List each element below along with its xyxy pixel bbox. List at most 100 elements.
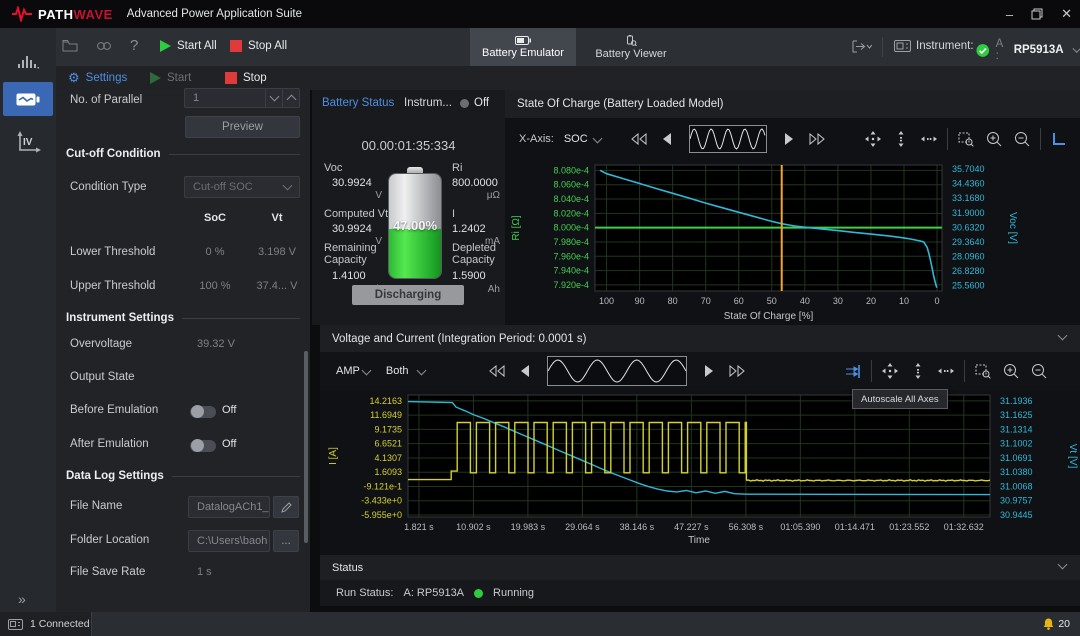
export-icon[interactable] — [852, 40, 872, 53]
zoom-box-icon[interactable] — [952, 126, 980, 152]
axes-icon[interactable] — [1045, 126, 1073, 152]
zoom-in-icon[interactable] — [980, 126, 1008, 152]
step-back-icon[interactable] — [653, 126, 681, 152]
file-save-rate-label: File Save Rate — [70, 566, 145, 578]
zoom-out-icon[interactable] — [1008, 126, 1036, 152]
instrument-icon — [8, 619, 23, 630]
app-brand: PATHWAVE — [38, 7, 113, 22]
svg-text:31.0068: 31.0068 — [1000, 481, 1033, 491]
status-section-header[interactable]: Status — [320, 555, 1080, 580]
upper-threshold-label: Upper Threshold — [70, 280, 155, 292]
vc-section-header[interactable]: Voltage and Current (Integration Period:… — [320, 325, 1080, 352]
close-button[interactable]: ✕ — [1061, 6, 1072, 22]
svg-text:100: 100 — [599, 296, 614, 306]
help-icon[interactable]: ? — [130, 37, 138, 54]
run-status-state: Running — [493, 587, 534, 599]
lower-threshold-vt: 3.198 V — [248, 246, 306, 258]
trace-select[interactable]: Both — [386, 365, 425, 377]
battery-icon — [16, 93, 40, 106]
x-axis-select[interactable]: SOC — [564, 133, 601, 145]
vc-section-title: Voltage and Current (Integration Period:… — [332, 333, 586, 345]
spinner-up-button[interactable] — [282, 89, 299, 107]
step-back-icon[interactable] — [511, 358, 539, 384]
tab-battery-viewer[interactable]: Battery Viewer — [578, 28, 684, 66]
autoscale-y-icon[interactable] — [904, 358, 932, 384]
start-button[interactable]: Start — [150, 72, 191, 84]
svg-text:30: 30 — [833, 296, 843, 306]
folder-location-input[interactable]: C:\Users\baoh — [188, 530, 270, 552]
toolbar-separator — [882, 37, 883, 57]
svg-text:Voc [V]: Voc [V] — [1007, 212, 1018, 244]
output-state-label: Output State — [70, 371, 135, 383]
svg-text:40: 40 — [800, 296, 810, 306]
condition-type-select[interactable]: Cut-off SOC — [184, 176, 300, 198]
folder-location-label: Folder Location — [70, 534, 149, 546]
after-emulation-toggle[interactable] — [190, 440, 216, 452]
chevron-down-icon — [1072, 44, 1080, 53]
svg-text:31.1625: 31.1625 — [1000, 410, 1033, 420]
start-all-button[interactable]: Start All — [160, 40, 217, 52]
scrollbar-thumb[interactable] — [304, 351, 308, 543]
autoscale-all-icon[interactable] — [876, 358, 904, 384]
amp-select[interactable]: AMP — [336, 365, 370, 377]
tab-battery-emulator[interactable]: Battery Emulator — [470, 28, 576, 66]
svg-text:Ri [Ω]: Ri [Ω] — [511, 215, 522, 240]
step-forward-icon[interactable] — [695, 358, 723, 384]
svg-text:-5.955e+0: -5.955e+0 — [361, 510, 402, 520]
run-status-row: Run Status: A: RP5913A Running — [320, 580, 1080, 606]
autoscale-x-icon[interactable] — [915, 126, 943, 152]
settings-button[interactable]: ⚙ Settings — [68, 70, 127, 86]
svg-text:26.8280: 26.8280 — [952, 266, 985, 276]
stop-button[interactable]: Stop — [225, 72, 267, 84]
vc-chart[interactable]: 1.821 s10.902 s19.983 s29.064 s38.146 s4… — [320, 390, 1080, 555]
tab-battery-status[interactable]: Battery Status — [322, 97, 394, 109]
skip-forward-icon[interactable] — [803, 126, 831, 152]
battery-percent: 47.00% — [374, 218, 456, 233]
discharging-button[interactable]: Discharging — [352, 285, 464, 305]
stop-icon — [230, 40, 242, 52]
waveform-preview[interactable] — [689, 125, 767, 153]
status-title: Status — [332, 562, 363, 574]
no-parallel-input[interactable]: 1 — [184, 88, 300, 108]
voc-value: 30.9924 — [332, 177, 372, 189]
instrument-selector[interactable]: A : RP5913A — [976, 38, 1080, 62]
stop-all-button[interactable]: Stop All — [230, 40, 287, 52]
browse-folder-button[interactable]: ... — [273, 530, 299, 552]
skip-back-icon[interactable] — [483, 358, 511, 384]
svg-text:70: 70 — [701, 296, 711, 306]
step-forward-icon[interactable] — [775, 126, 803, 152]
svg-text:30.6320: 30.6320 — [952, 222, 985, 232]
skip-forward-icon[interactable] — [723, 358, 751, 384]
svg-text:-9.121e-1: -9.121e-1 — [363, 481, 402, 491]
preview-button[interactable]: Preview — [185, 116, 300, 138]
svg-text:IV: IV — [23, 137, 33, 148]
emulator-sub-toolbar: ⚙ Settings Start Stop — [56, 66, 1080, 90]
connected-indicator[interactable]: 1 Connected — [0, 612, 92, 636]
spinner-down-button[interactable] — [265, 89, 282, 107]
file-name-input[interactable]: DatalogACh1_2 — [188, 496, 270, 518]
autoscale-x-icon[interactable] — [932, 358, 960, 384]
minimize-button[interactable]: – — [1006, 7, 1013, 22]
sidebar-item-iv-curve[interactable]: IV — [0, 124, 56, 162]
follow-latest-icon[interactable] — [839, 358, 867, 384]
waveform-preview[interactable] — [547, 356, 687, 386]
svg-text:8.020e-4: 8.020e-4 — [553, 208, 589, 218]
tab-instrument-status[interactable]: Instrum... — [404, 97, 452, 109]
svg-text:7.940e-4: 7.940e-4 — [553, 266, 589, 276]
autoscale-y-icon[interactable] — [887, 126, 915, 152]
maximize-button[interactable] — [1031, 8, 1043, 20]
autoscale-all-icon[interactable] — [859, 126, 887, 152]
sidebar-item-measurements[interactable] — [0, 42, 56, 80]
zoom-box-icon[interactable] — [969, 358, 997, 384]
edit-file-name-button[interactable] — [273, 496, 299, 518]
svg-text:9.1735: 9.1735 — [374, 424, 402, 434]
zoom-out-icon[interactable] — [1025, 358, 1053, 384]
alerts-indicator[interactable]: 20 — [1043, 612, 1070, 636]
open-icon[interactable] — [62, 39, 78, 52]
link-icon[interactable] — [96, 39, 112, 53]
soc-chart[interactable]: 10090807060504030201008.080e-48.060e-48.… — [505, 160, 1080, 325]
sidebar-item-battery-emulator[interactable] — [3, 82, 53, 116]
before-emulation-toggle[interactable] — [190, 406, 216, 418]
skip-back-icon[interactable] — [625, 126, 653, 152]
zoom-in-icon[interactable] — [997, 358, 1025, 384]
